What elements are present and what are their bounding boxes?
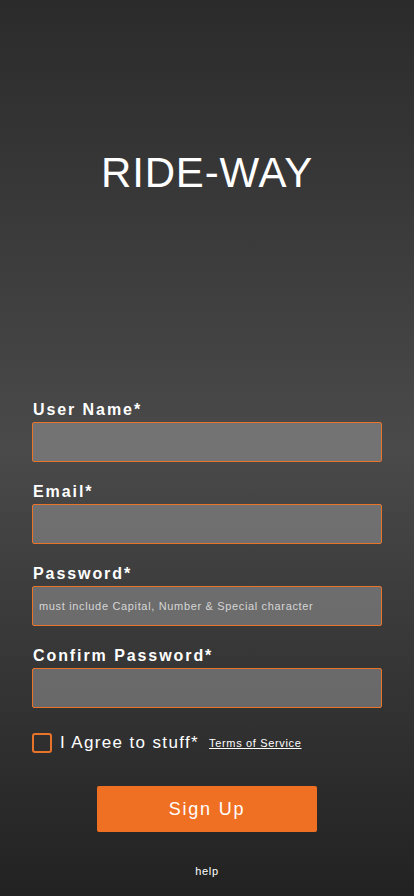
agree-checkbox[interactable]	[32, 733, 52, 753]
field-label: Email*	[32, 482, 382, 502]
text-input[interactable]	[32, 422, 382, 462]
signup-screen: RIDE-WAY User Name* Email* Password* Confirm…	[0, 0, 414, 896]
field-label: User Name*	[32, 400, 382, 420]
form-field: Confirm Password*	[32, 646, 382, 708]
text-input[interactable]	[32, 668, 382, 708]
form-field: User Name*	[32, 400, 382, 462]
button-row: Sign Up	[0, 786, 414, 832]
field-label: Confirm Password*	[32, 646, 382, 666]
text-input[interactable]	[32, 504, 382, 544]
agree-row: I Agree to stuff* Terms of Service	[0, 733, 414, 753]
help-link[interactable]: help	[195, 864, 218, 878]
app-title: RIDE-WAY	[0, 150, 414, 196]
signup-button[interactable]: Sign Up	[97, 786, 317, 832]
field-label: Password*	[32, 564, 382, 584]
signup-form: User Name* Email* Password* Confirm Passwor…	[0, 400, 414, 708]
form-field: Email*	[32, 482, 382, 544]
text-input[interactable]	[32, 586, 382, 626]
agree-label: I Agree to stuff*	[60, 733, 199, 753]
terms-link[interactable]: Terms of Service	[209, 736, 301, 750]
form-field: Password*	[32, 564, 382, 626]
